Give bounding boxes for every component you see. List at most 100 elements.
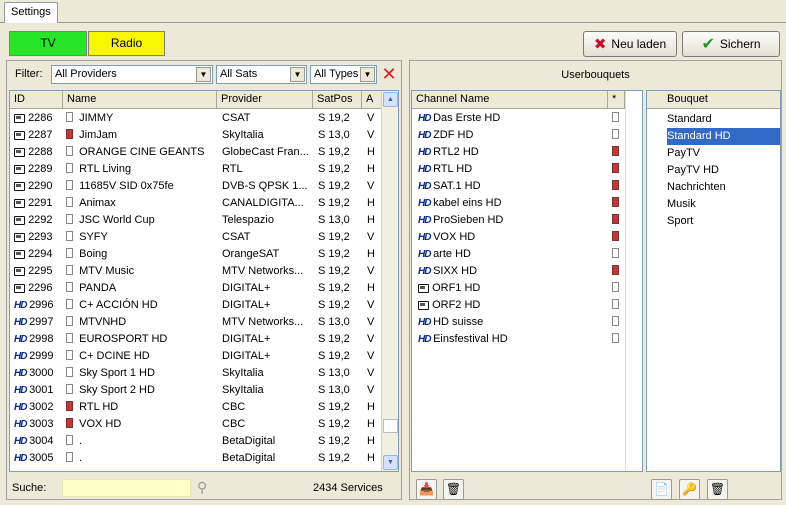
radio-mode-button[interactable]: Radio bbox=[88, 31, 165, 56]
table-row[interactable]: 2289 RTL Living RTL S 19,2 H bbox=[10, 161, 398, 178]
table-row[interactable]: 2296 PANDA DIGITAL+ S 19,2 H bbox=[10, 280, 398, 297]
service-id: 2294 bbox=[28, 248, 53, 260]
hd-channel-icon: HD bbox=[418, 130, 431, 141]
bouquet-item[interactable]: Standard bbox=[667, 111, 780, 128]
table-row[interactable]: 2286 JIMMY CSAT S 19,2 V bbox=[10, 110, 398, 127]
list-item[interactable]: HD arte HD bbox=[412, 246, 642, 263]
list-item[interactable]: HD RTL HD bbox=[412, 161, 642, 178]
doc-icon bbox=[66, 367, 73, 377]
search-icon[interactable]: ⚲ bbox=[197, 479, 207, 496]
service-polarization: H bbox=[367, 435, 375, 447]
list-item[interactable]: HD SIXX HD bbox=[412, 263, 642, 280]
service-id: 2288 bbox=[28, 146, 53, 158]
table-row[interactable]: HD 3000 Sky Sport 1 HD SkyItalia S 13,0 V bbox=[10, 365, 398, 382]
doc-icon bbox=[66, 333, 73, 343]
bouquet-item[interactable]: Musik bbox=[667, 196, 780, 213]
table-row[interactable]: HD 2997 MTVNHD MTV Networks... S 13,0 V bbox=[10, 314, 398, 331]
table-row[interactable]: 2290 11685V SID 0x75fe DVB-S QPSK 1... S 1… bbox=[10, 178, 398, 195]
doc-icon bbox=[66, 112, 73, 122]
table-row[interactable]: 2291 Animax CANALDIGITA... S 19,2 H bbox=[10, 195, 398, 212]
doc-icon bbox=[66, 214, 73, 224]
reload-button[interactable]: ✖ Neu laden bbox=[583, 31, 677, 57]
scroll-down-icon[interactable]: ▼ bbox=[383, 455, 398, 470]
channel-name: Das Erste HD bbox=[433, 112, 501, 124]
rename-bouquet-key-icon[interactable]: 🔑 bbox=[679, 479, 700, 500]
table-row[interactable]: HD 2999 C+ DCINE HD DIGITAL+ S 19,2 V bbox=[10, 348, 398, 365]
list-item[interactable]: HD kabel eins HD bbox=[412, 195, 642, 212]
table-row[interactable]: 2295 MTV Music MTV Networks... S 19,2 V bbox=[10, 263, 398, 280]
chevron-down-icon[interactable]: ▼ bbox=[360, 67, 375, 82]
service-satpos: S 19,2 bbox=[318, 112, 350, 124]
search-input[interactable] bbox=[62, 479, 191, 497]
table-row[interactable]: HD 3003 VOX HD CBC S 19,2 H bbox=[10, 416, 398, 433]
delete-channel-trash-icon[interactable]: 🗑 bbox=[443, 479, 464, 500]
list-item[interactable]: HD HD suisse bbox=[412, 314, 642, 331]
bouquet-item[interactable]: Standard HD bbox=[667, 128, 780, 145]
chevron-down-icon[interactable]: ▼ bbox=[290, 67, 305, 82]
column-header-a[interactable]: A bbox=[362, 91, 382, 109]
column-header-satpos[interactable]: SatPos bbox=[313, 91, 362, 109]
table-row[interactable]: 2288 ORANGE CINE GEANTS GlobeCast Fran...… bbox=[10, 144, 398, 161]
channels-scrollbar[interactable] bbox=[625, 91, 642, 471]
list-item[interactable]: HD RTL2 HD bbox=[412, 144, 642, 161]
table-row[interactable]: 2293 SYFY CSAT S 19,2 V bbox=[10, 229, 398, 246]
service-satpos: S 19,2 bbox=[318, 180, 350, 192]
bouquet-item[interactable]: Nachrichten bbox=[667, 179, 780, 196]
table-row[interactable]: HD 3005 . BetaDigital S 19,2 H bbox=[10, 450, 398, 467]
service-count: 2434 Services bbox=[313, 482, 383, 494]
save-button[interactable]: ✔ Sichern bbox=[682, 31, 780, 57]
services-scrollbar[interactable]: ▲ ▼ bbox=[381, 91, 398, 471]
table-row[interactable]: 2292 JSC World Cup Telespazio S 13,0 H bbox=[10, 212, 398, 229]
service-name: VOX HD bbox=[79, 418, 122, 430]
table-row[interactable]: 2294 Boing OrangeSAT S 19,2 H bbox=[10, 246, 398, 263]
column-header-star[interactable]: * bbox=[608, 91, 625, 109]
scroll-thumb[interactable] bbox=[383, 419, 398, 433]
table-row[interactable]: HD 2996 C+ ACCIÓN HD DIGITAL+ S 19,2 V bbox=[10, 297, 398, 314]
list-item[interactable]: HD Das Erste HD bbox=[412, 110, 642, 127]
table-row[interactable]: 2287 JimJam SkyItalia S 13,0 V bbox=[10, 127, 398, 144]
table-row[interactable]: HD 3002 RTL HD CBC S 19,2 H bbox=[10, 399, 398, 416]
bouquet-item[interactable]: Sport bbox=[667, 213, 780, 230]
service-id: 2291 bbox=[28, 197, 53, 209]
service-id: 2999 bbox=[29, 350, 54, 362]
column-header-name[interactable]: Name bbox=[63, 91, 217, 109]
bouquet-item[interactable]: PayTV bbox=[667, 145, 780, 162]
service-satpos: S 13,0 bbox=[318, 316, 350, 328]
locked-doc-icon bbox=[612, 231, 619, 241]
list-item[interactable]: HD ProSieben HD bbox=[412, 212, 642, 229]
hd-channel-icon: HD bbox=[418, 113, 431, 124]
tab-settings[interactable]: Settings bbox=[4, 2, 58, 23]
doc-icon bbox=[66, 180, 73, 190]
column-header-id[interactable]: ID bbox=[10, 91, 63, 109]
list-item[interactable]: HD VOX HD bbox=[412, 229, 642, 246]
doc-icon bbox=[66, 197, 73, 207]
provider-filter-select[interactable]: All Providers ▼ bbox=[51, 65, 213, 84]
service-name: JIMMY bbox=[79, 112, 114, 124]
add-to-bouquet-icon[interactable]: 📥 bbox=[416, 479, 437, 500]
tv-channel-icon bbox=[418, 299, 429, 310]
service-provider: BetaDigital bbox=[222, 435, 276, 447]
table-row[interactable]: HD 3004 . BetaDigital S 19,2 H bbox=[10, 433, 398, 450]
scroll-up-icon[interactable]: ▲ bbox=[383, 92, 398, 107]
column-header-provider[interactable]: Provider bbox=[217, 91, 313, 109]
list-item[interactable]: HD SAT.1 HD bbox=[412, 178, 642, 195]
list-item[interactable]: ORF2 HD bbox=[412, 297, 642, 314]
service-provider: OrangeSAT bbox=[222, 248, 280, 260]
bouquet-item[interactable]: PayTV HD bbox=[667, 162, 780, 179]
type-filter-select[interactable]: All Types ▼ bbox=[310, 65, 377, 84]
tv-mode-button[interactable]: TV bbox=[9, 31, 87, 56]
new-bouquet-icon[interactable]: 📄 bbox=[651, 479, 672, 500]
clear-filter-icon[interactable]: ✕ bbox=[380, 65, 398, 84]
column-header-channel-name[interactable]: Channel Name bbox=[412, 91, 608, 109]
hd-channel-icon: HD bbox=[14, 385, 27, 396]
list-item[interactable]: HD Einsfestival HD bbox=[412, 331, 642, 348]
table-row[interactable]: HD 3001 Sky Sport 2 HD SkyItalia S 13,0 V bbox=[10, 382, 398, 399]
hd-channel-icon: HD bbox=[418, 198, 431, 209]
delete-bouquet-trash-icon[interactable]: 🗑 bbox=[707, 479, 728, 500]
column-header-bouquet[interactable]: Bouquet bbox=[647, 91, 780, 109]
chevron-down-icon[interactable]: ▼ bbox=[196, 67, 211, 82]
table-row[interactable]: HD 2998 EUROSPORT HD DIGITAL+ S 19,2 V bbox=[10, 331, 398, 348]
list-item[interactable]: HD ZDF HD bbox=[412, 127, 642, 144]
satellite-filter-select[interactable]: All Sats ▼ bbox=[216, 65, 307, 84]
list-item[interactable]: ORF1 HD bbox=[412, 280, 642, 297]
